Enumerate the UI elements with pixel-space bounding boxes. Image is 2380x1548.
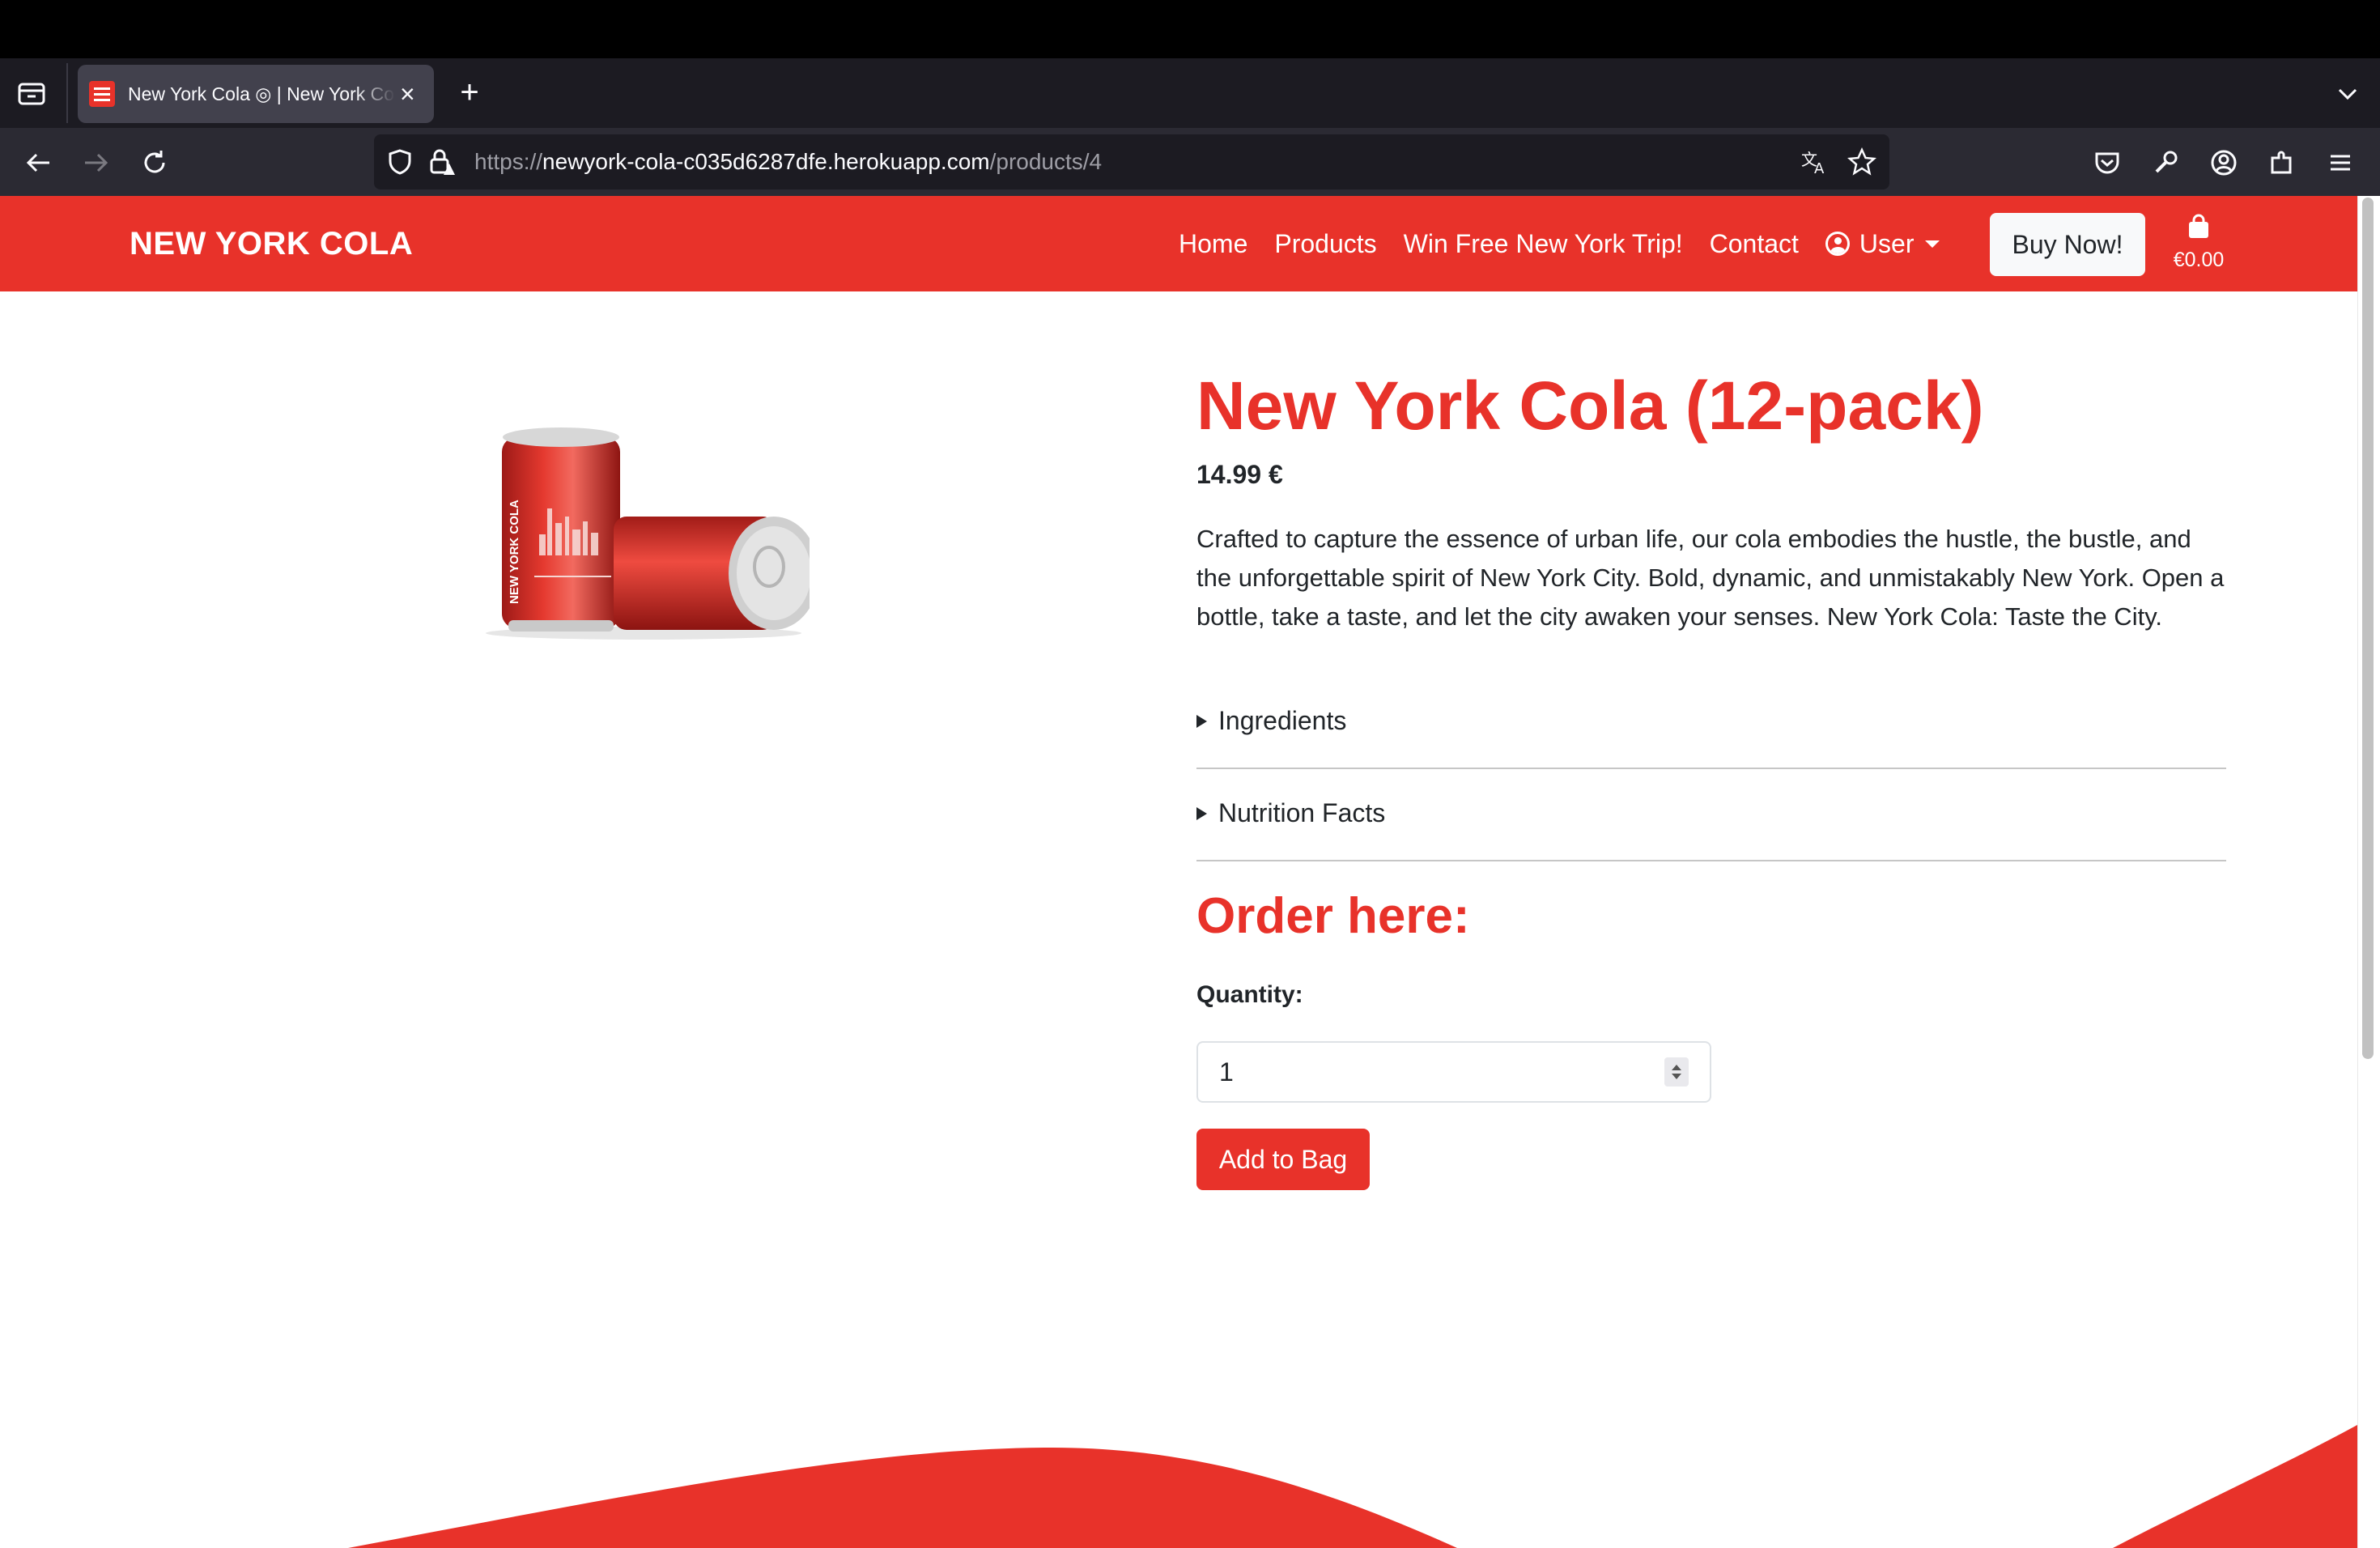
active-tab[interactable]: New York Cola ◎ | New York Cola × xyxy=(78,65,434,123)
quantity-stepper[interactable]: 1 xyxy=(1196,1041,1711,1103)
reload-icon[interactable] xyxy=(136,144,173,181)
pocket-icon[interactable] xyxy=(2089,144,2126,181)
address-bar[interactable]: https://newyork-cola-c035d6287dfe.heroku… xyxy=(374,134,1889,189)
os-top-bar xyxy=(0,0,2380,58)
user-dropdown[interactable]: User xyxy=(1825,229,1940,259)
order-heading: Order here: xyxy=(1196,888,1470,944)
nav-products-link[interactable]: Products xyxy=(1274,229,1376,259)
new-tab-plus-icon[interactable]: + xyxy=(453,76,486,108)
brand-logo-text[interactable]: NEW YORK COLA xyxy=(130,196,413,291)
account-icon[interactable] xyxy=(2205,144,2242,181)
cart-total: €0.00 xyxy=(2173,249,2225,271)
main-nav: Home Products Win Free New York Trip! Co… xyxy=(1179,196,1940,291)
nav-win-trip-link[interactable]: Win Free New York Trip! xyxy=(1404,229,1683,259)
ingredients-disclosure[interactable]: Ingredients xyxy=(1196,706,2226,736)
tab-separator xyxy=(66,63,68,123)
insecure-lock-icon[interactable] xyxy=(426,146,458,178)
firefox-view-icon[interactable] xyxy=(15,79,50,108)
product-image-cola-cans: NEW YORK COLA xyxy=(478,421,819,648)
disclosure-triangle-icon xyxy=(1196,714,1207,728)
add-to-bag-button[interactable]: Add to Bag xyxy=(1196,1129,1370,1190)
browser-toolbar: https://newyork-cola-c035d6287dfe.heroku… xyxy=(0,128,2380,196)
decorative-red-wave xyxy=(348,1425,2357,1548)
product-price: 14.99 € xyxy=(1196,460,1283,489)
cart-link[interactable]: €0.00 xyxy=(2166,214,2231,279)
site-header: NEW YORK COLA Home Products Win Free New… xyxy=(0,196,2357,291)
url-text[interactable]: https://newyork-cola-c035d6287dfe.heroku… xyxy=(474,134,1102,189)
stepper-arrows-icon[interactable] xyxy=(1664,1057,1689,1087)
nav-contact-link[interactable]: Contact xyxy=(1710,229,1799,259)
tab-title: New York Cola ◎ | New York Cola xyxy=(128,83,395,104)
site-favicon-icon xyxy=(89,81,115,107)
divider xyxy=(1196,768,2226,769)
forward-arrow-icon[interactable] xyxy=(78,144,115,181)
bookmark-star-icon[interactable] xyxy=(1846,146,1878,178)
shopping-bag-icon xyxy=(2189,214,2208,238)
caret-down-icon xyxy=(1925,240,1940,248)
quantity-value[interactable]: 1 xyxy=(1219,1043,1234,1101)
wrench-icon[interactable] xyxy=(2147,144,2184,181)
nutrition-facts-label: Nutrition Facts xyxy=(1218,798,1386,827)
divider xyxy=(1196,860,2226,861)
nav-home-link[interactable]: Home xyxy=(1179,229,1247,259)
quantity-label: Quantity: xyxy=(1196,981,1303,1008)
ingredients-label: Ingredients xyxy=(1218,706,1347,735)
extensions-puzzle-icon[interactable] xyxy=(2263,144,2301,181)
hamburger-menu-icon[interactable] xyxy=(2322,144,2359,181)
user-circle-icon xyxy=(1825,232,1850,256)
user-label: User xyxy=(1859,228,1915,258)
product-description: Crafted to capture the essence of urban … xyxy=(1196,525,2225,631)
buy-now-button[interactable]: Buy Now! xyxy=(1990,213,2145,276)
tracking-shield-icon[interactable] xyxy=(384,146,416,178)
disclosure-triangle-icon xyxy=(1196,806,1207,820)
back-arrow-icon[interactable] xyxy=(19,144,57,181)
tab-strip: New York Cola ◎ | New York Cola × + xyxy=(0,58,2380,128)
list-all-tabs-chevron-icon[interactable] xyxy=(2331,78,2364,110)
translate-icon[interactable]: 文A xyxy=(1799,146,1831,178)
product-title: New York Cola (12-pack) xyxy=(1196,368,1984,444)
nutrition-facts-disclosure[interactable]: Nutrition Facts xyxy=(1196,798,2226,828)
svg-text:NEW YORK COLA: NEW YORK COLA xyxy=(508,500,521,604)
close-tab-icon[interactable]: × xyxy=(400,81,415,107)
svg-text:A: A xyxy=(1814,160,1825,176)
page-scrollbar-thumb[interactable] xyxy=(2362,198,2374,1059)
